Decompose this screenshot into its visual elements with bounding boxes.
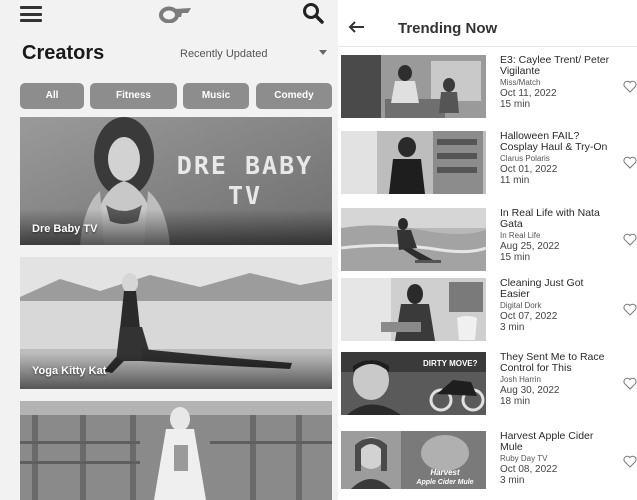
video-info: Halloween FAIL? Cosplay Haul & Try-On Cl… [500,130,612,187]
video-channel: Clarus Polaris [500,154,550,163]
video-date: Oct 08, 2022 [500,464,558,475]
video-channel: Miss/Match [500,78,541,87]
video-info: Cleaning Just Got Easier Digital Dork Oc… [500,277,612,334]
video-list-item[interactable]: In Real Life with Nata Gata In Real Life… [338,208,637,280]
video-duration: 11 min [500,175,530,186]
creator-card[interactable]: DRE BABY TV Dre Baby TV [20,117,332,245]
chip-comedy[interactable]: Comedy [256,83,332,109]
video-thumbnail: Harvest Apple Cider Mule [341,431,486,489]
search-icon[interactable] [301,1,325,25]
video-channel: In Real Life [500,231,541,240]
video-list-item[interactable]: E3: Caylee Trent/ Peter Vigilante Miss/M… [338,55,637,127]
card-wordmark: DRE BABY TV [176,151,314,210]
heart-outline-icon[interactable] [623,303,637,316]
video-thumbnail [341,131,486,194]
video-channel: Ruby Day TV [500,454,548,463]
thumbnail-caption: Harvest [430,468,460,477]
creator-card[interactable]: Yoga Kitty Kat [20,257,332,389]
sort-dropdown[interactable]: Recently Updated [180,48,267,60]
video-title: E3: Caylee Trent/ Peter Vigilante [500,54,610,77]
divider [338,46,637,47]
video-duration: 15 min [500,99,531,110]
video-title: In Real Life with Nata Gata [500,207,600,230]
video-duration: 15 min [500,252,531,263]
video-title: Halloween FAIL? Cosplay Haul & Try-On [500,130,608,153]
heart-outline-icon[interactable] [623,156,637,169]
chip-music[interactable]: Music [183,83,249,109]
caret-down-icon[interactable] [319,50,327,55]
video-date: Oct 07, 2022 [500,311,558,322]
thumbnail-caption: DIRTY MOVE? [423,359,478,368]
video-channel: Josh Harrin [500,375,541,384]
video-date: Aug 30, 2022 [500,385,560,396]
video-duration: 3 min [500,475,525,486]
chip-all[interactable]: All [20,83,84,109]
video-info: Harvest Apple Cider Mule Ruby Day TV Oct… [500,430,612,487]
video-list-item[interactable]: Harvest Apple Cider Mule Harvest Apple C… [338,431,637,500]
video-title: They Sent Me to Race Control for This [500,351,605,374]
arrow-left-icon[interactable] [348,20,366,34]
creator-card-image [20,401,332,500]
creator-name: Dre Baby TV [32,223,98,235]
heart-outline-icon[interactable] [623,80,637,93]
video-date: Aug 25, 2022 [500,241,560,252]
heart-outline-icon[interactable] [623,377,637,390]
video-list-item[interactable]: DIRTY MOVE? They Sent Me to Race Control… [338,352,637,424]
video-channel: Digital Dork [500,301,542,310]
video-thumbnail [341,208,486,271]
video-info: In Real Life with Nata Gata In Real Life… [500,207,612,264]
creator-name: Yoga Kitty Kat [32,365,107,377]
top-app-bar [0,0,338,34]
brand-logo-icon[interactable] [158,5,192,23]
creator-card[interactable] [20,401,332,500]
page-title: Creators [22,42,105,64]
video-info: E3: Caylee Trent/ Peter Vigilante Miss/M… [500,54,612,111]
video-thumbnail: DIRTY MOVE? [341,352,486,415]
video-list-item[interactable]: Halloween FAIL? Cosplay Haul & Try-On Cl… [338,131,637,203]
video-duration: 18 min [500,396,531,407]
video-title: Harvest Apple Cider Mule [500,430,594,453]
hamburger-icon[interactable] [20,6,42,22]
trending-screen: Trending Now E3: Caylee Trent/ Peter Vig… [338,0,637,500]
video-date: Oct 11, 2022 [500,88,557,99]
video-title: Cleaning Just Got Easier [500,277,584,300]
heart-outline-icon[interactable] [623,455,637,468]
video-thumbnail [341,278,486,341]
thumbnail-caption: Apple Cider Mule [415,479,473,486]
page-title: Trending Now [398,20,498,37]
video-date: Oct 01, 2022 [500,164,558,175]
video-list-item[interactable]: Cleaning Just Got Easier Digital Dork Oc… [338,278,637,350]
creators-screen: Creators Recently Updated All Fitness Mu… [0,0,338,500]
video-thumbnail [341,55,486,118]
heart-outline-icon[interactable] [623,233,637,246]
chip-fitness[interactable]: Fitness [90,83,177,109]
video-info: They Sent Me to Race Control for This Jo… [500,351,612,408]
video-duration: 3 min [500,322,525,333]
